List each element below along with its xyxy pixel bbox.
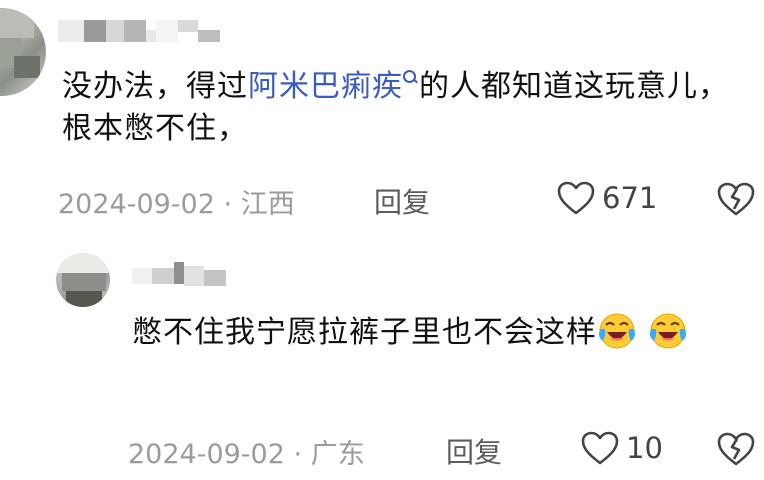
heart-icon — [557, 181, 595, 215]
comment-meta: 2024-09-02 · 广东 — [128, 432, 365, 471]
like-count: 671 — [602, 181, 658, 215]
search-link[interactable]: 阿米巴痢疾 — [248, 69, 419, 104]
reply-button[interactable]: 回复 — [446, 431, 502, 471]
avatar[interactable] — [56, 253, 110, 307]
reply-button[interactable]: 回复 — [374, 181, 430, 221]
username-blurred[interactable] — [58, 6, 220, 42]
comment-text-part: 没办法，得过 — [62, 69, 248, 104]
meta-separator: · — [293, 439, 303, 470]
like-count: 10 — [626, 431, 663, 465]
broken-heart-icon — [717, 432, 755, 466]
meta-separator: · — [223, 189, 233, 220]
comment-meta: 2024-09-02 · 江西 — [58, 182, 295, 221]
laughing-crying-emoji-icon — [599, 313, 635, 348]
avatar[interactable] — [0, 8, 46, 96]
username-blurred[interactable] — [132, 260, 226, 286]
comment-location: 广东 — [310, 439, 365, 470]
like-button[interactable]: 671 — [556, 180, 657, 216]
comment-location: 江西 — [240, 189, 295, 220]
laughing-crying-emoji-icon — [649, 313, 686, 348]
comment-date: 2024-09-02 — [128, 439, 285, 470]
comment-date: 2024-09-02 — [58, 189, 215, 220]
comment-text-part: 憋不住我宁愿拉裤子里也不会这样 — [132, 315, 597, 350]
dislike-button[interactable] — [716, 431, 756, 471]
comment-text: 憋不住我宁愿拉裤子里也不会这样 — [132, 312, 752, 354]
dislike-button[interactable] — [716, 181, 756, 221]
comment-text: 没办法，得过阿米巴痢疾 的人都知道这玩意儿，根本憋不住， — [62, 66, 752, 150]
broken-heart-icon — [717, 182, 755, 216]
heart-icon — [581, 431, 619, 465]
like-button[interactable]: 10 — [580, 430, 663, 466]
search-link-label: 阿米巴痢疾 — [248, 69, 403, 104]
search-icon — [403, 70, 417, 84]
